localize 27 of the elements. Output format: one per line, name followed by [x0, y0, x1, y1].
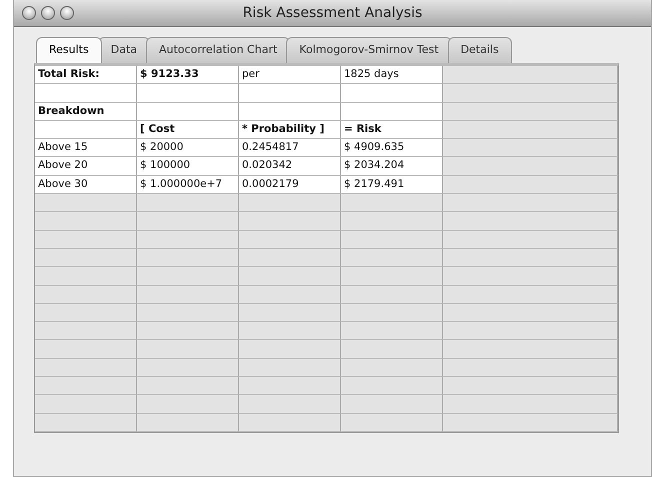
table-cell: * Probability ] — [239, 120, 341, 140]
window-title: Risk Assessment Analysis — [242, 4, 422, 22]
table-cell: $ 2034.204 — [341, 157, 443, 176]
table-cell: Total Risk: — [35, 66, 137, 84]
table-cell: Above 20 — [35, 157, 137, 176]
table-cell: $ 2179.491 — [341, 176, 443, 194]
tab[interactable]: Results — [36, 37, 102, 63]
table-cell: Above 30 — [35, 176, 137, 194]
table-cell: 1825 days — [341, 66, 443, 84]
table-cell: [ Cost — [137, 120, 239, 140]
table-cell: $ 1.000000e+7 — [137, 176, 239, 194]
tab[interactable]: Details — [448, 37, 512, 63]
table-cell: 0.2454817 — [239, 139, 341, 158]
table-cell: $ 20000 — [137, 139, 239, 158]
table-cell: 0.020342 — [239, 157, 341, 176]
table-cell: $ 9123.33 — [137, 66, 239, 84]
close-button[interactable] — [22, 6, 36, 20]
table-cell: = Risk — [341, 120, 443, 140]
tab[interactable]: Kolmogorov-Smirnov Test — [286, 37, 452, 63]
table-cell: Above 15 — [35, 139, 137, 158]
table-cell: Breakdown — [35, 102, 137, 121]
minimize-button[interactable] — [41, 6, 55, 20]
table-cell: $ 4909.635 — [341, 139, 443, 158]
zoom-button[interactable] — [60, 6, 74, 20]
table-cell: per — [239, 66, 341, 84]
table-cell: $ 100000 — [137, 157, 239, 176]
table-cell: 0.0002179 — [239, 176, 341, 194]
